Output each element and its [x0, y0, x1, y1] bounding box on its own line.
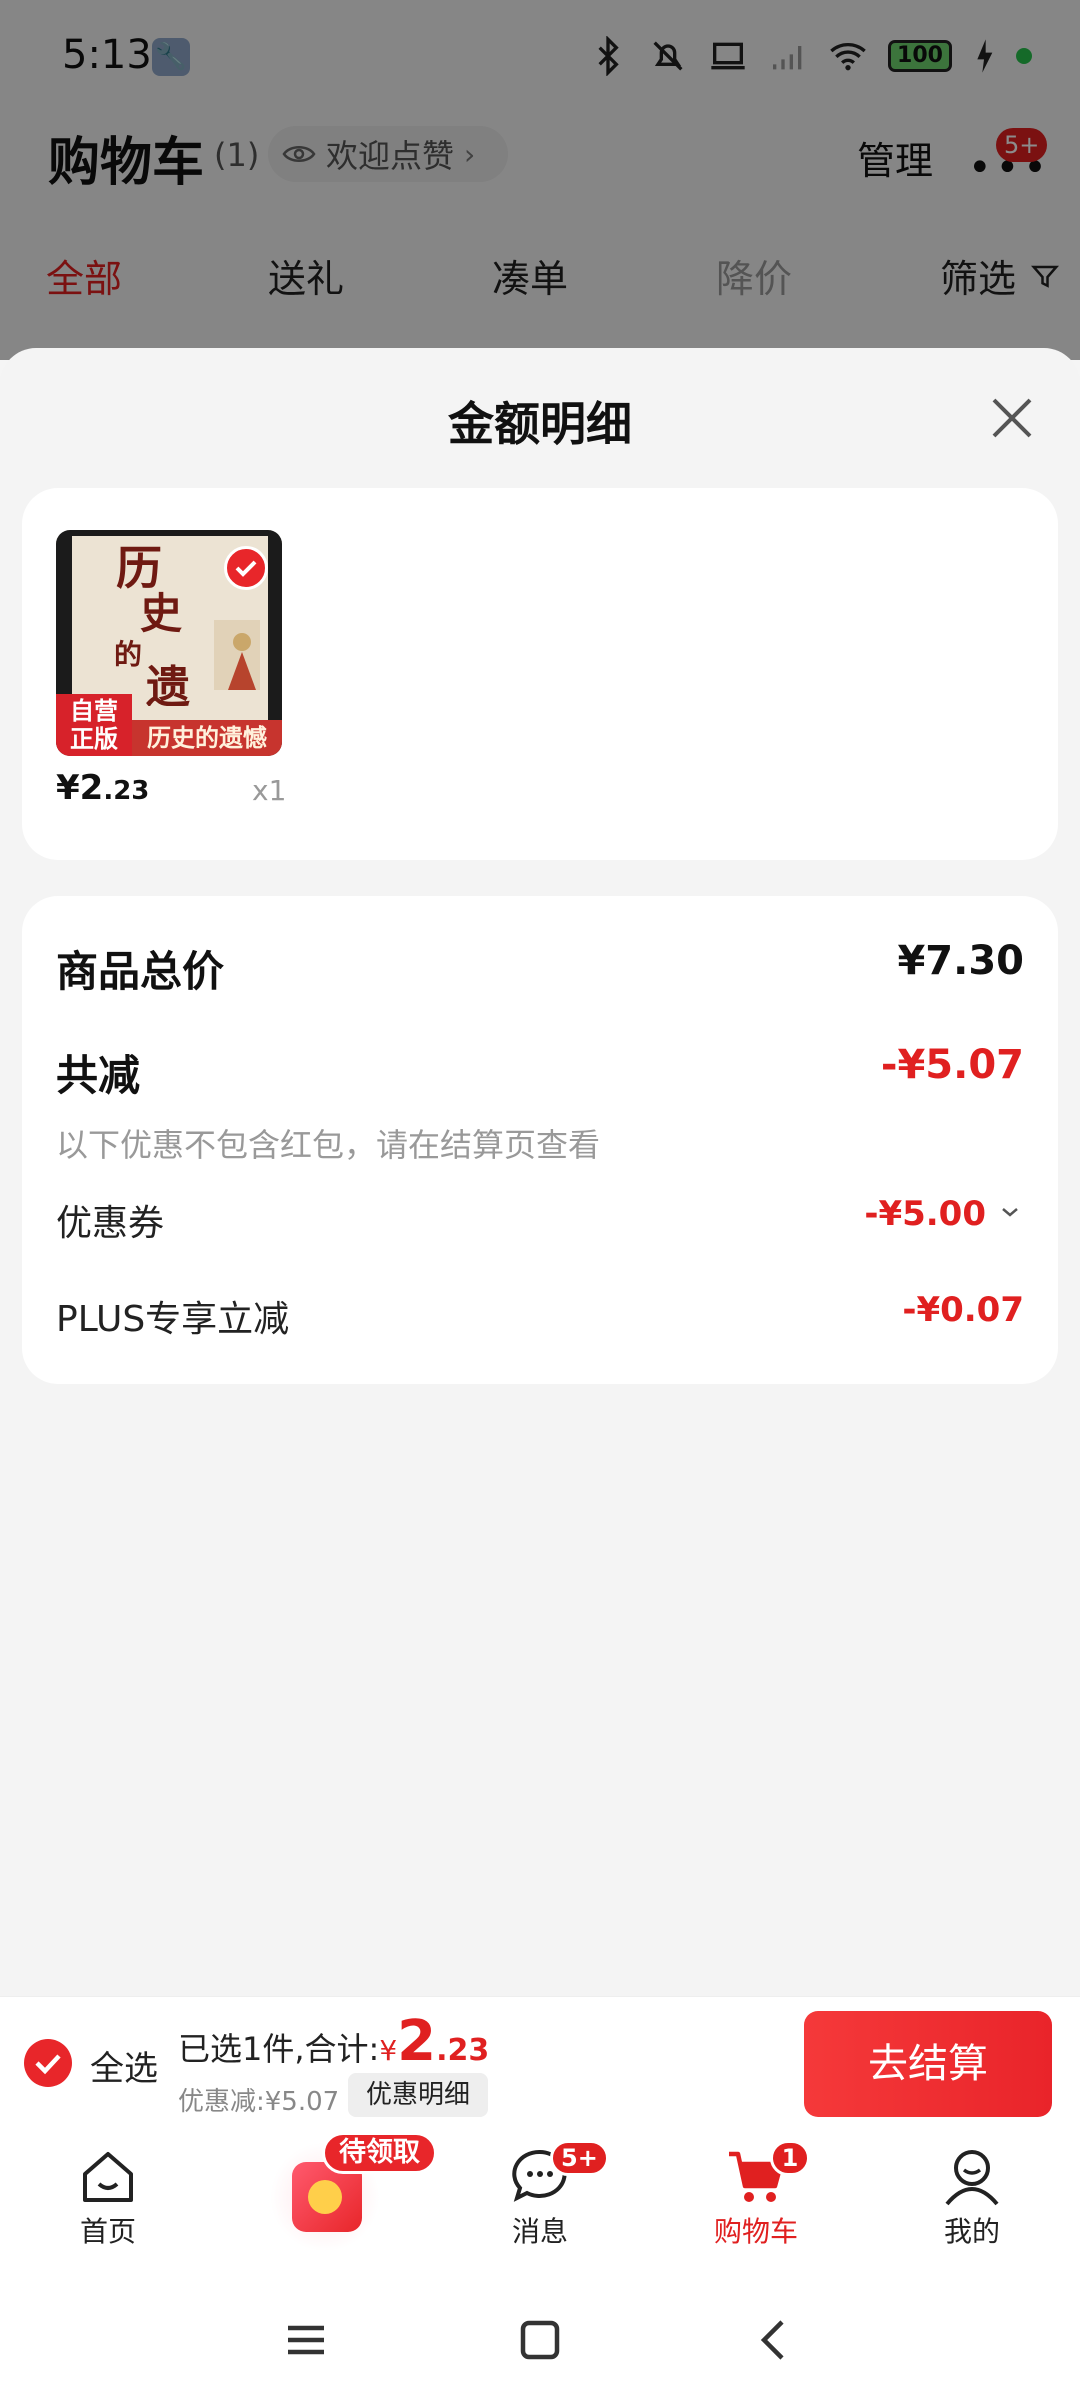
book-calligraphy: 历 史 的 遗 — [114, 541, 190, 706]
home-icon — [83, 2152, 133, 2202]
modal-overlay[interactable] — [0, 0, 1080, 360]
close-icon[interactable] — [984, 390, 1040, 446]
coin-icon — [308, 2180, 342, 2214]
svg-text:历: 历 — [116, 541, 162, 595]
total-label: 商品总价 — [56, 947, 225, 996]
reduction-note: 以下优惠不包含红包，请在结算页查看 — [56, 1126, 601, 1164]
nav-cart-label: 购物车 — [713, 2215, 798, 2248]
nav-cart[interactable]: 购物车 1 — [686, 2140, 826, 2250]
price-integer: 2 — [79, 768, 104, 808]
checkout-bar: 全选 已选1件,合计:¥2.23 优惠减:¥5.07 优惠明细 去结算 — [0, 1996, 1080, 2130]
nav-me-label: 我的 — [943, 2215, 1000, 2248]
bottom-nav: 首页 待领取 消息 5+ 购物车 1 我的 — [0, 2130, 1080, 2270]
sum-currency: ¥ — [379, 2034, 398, 2067]
svg-text:的: 的 — [114, 638, 142, 671]
promo-tag: 待领取 — [322, 2132, 437, 2174]
product-image[interactable]: 历史的遗憾 历 史 的 遗 自营正版 历史的遗憾 — [56, 530, 282, 756]
svg-text:遗: 遗 — [146, 662, 190, 706]
home-square-icon[interactable] — [510, 2310, 570, 2370]
selected-summary: 已选1件,合计:¥2.23 — [178, 2009, 489, 2074]
profile-icon — [945, 2150, 999, 2206]
messages-badge: 5+ — [550, 2140, 609, 2176]
discount-text: 优惠减:¥5.07 — [178, 2087, 340, 2117]
nav-home[interactable]: 首页 — [38, 2146, 178, 2250]
menu-icon[interactable] — [276, 2310, 336, 2370]
cart-badge: 1 — [770, 2140, 810, 2176]
select-all-label[interactable]: 全选 — [90, 2041, 158, 2090]
nav-home-label: 首页 — [79, 2215, 136, 2248]
plus-value: -¥0.07 — [902, 1290, 1024, 1330]
system-nav-bar — [0, 2270, 1080, 2400]
summary-prefix: 已选1件,合计: — [178, 2030, 380, 2068]
nav-me[interactable]: 我的 — [902, 2146, 1042, 2250]
sum-integer: 2 — [397, 2009, 437, 2074]
discount-detail-button[interactable]: 优惠明细 — [348, 2073, 489, 2117]
nav-messages-label: 消息 — [511, 2215, 568, 2248]
nav-messages[interactable]: 消息 5+ — [470, 2140, 610, 2250]
sum-decimal: .23 — [436, 2033, 490, 2068]
reduction-value: -¥5.07 — [880, 1042, 1024, 1088]
price-currency: ¥ — [56, 768, 80, 808]
selected-check-icon — [224, 546, 268, 590]
sheet-title: 金额明细 — [448, 397, 632, 451]
product-card: 历史的遗憾 历 史 的 遗 自营正版 历史的遗憾 ¥2.23 x1 — [22, 488, 1058, 860]
product-quantity: x1 — [252, 774, 287, 807]
price-detail-card: 商品总价 ¥7.30 共减 -¥5.07 以下优惠不包含红包，请在结算页查看 优… — [22, 896, 1058, 1384]
amount-detail-sheet: 金额明细 历史的遗憾 历 史 的 遗 自营正版 历史的遗憾 — [0, 348, 1080, 1998]
back-icon[interactable] — [744, 2310, 804, 2370]
checkout-button[interactable]: 去结算 — [804, 2011, 1052, 2117]
total-value: ¥7.30 — [897, 938, 1024, 984]
coupon-label: 优惠券 — [56, 1203, 165, 1244]
svg-text:史: 史 — [140, 589, 182, 638]
book-caption: 历史的遗憾 — [132, 720, 282, 756]
self-operated-tag: 自营 正版 — [56, 694, 132, 756]
plus-label: PLUS专享立减 — [56, 1299, 290, 1340]
reduction-label: 共减 — [56, 1051, 141, 1100]
price-decimal: .23 — [103, 776, 150, 806]
chevron-down-icon[interactable] — [996, 1198, 1024, 1226]
coupon-value: -¥5.00 — [864, 1194, 986, 1234]
select-all-checkbox[interactable] — [24, 2039, 72, 2087]
